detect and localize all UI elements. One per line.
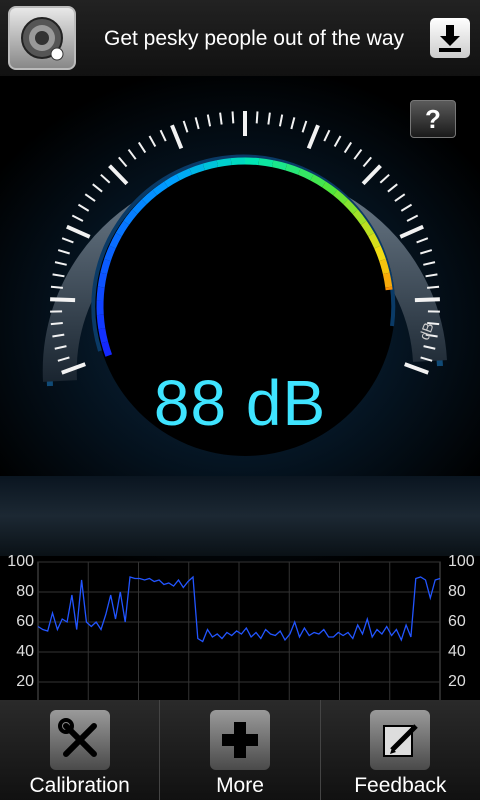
gauge-tick (54, 261, 67, 266)
y-tick-label: 80 (16, 583, 34, 600)
gauge-tick (92, 183, 103, 193)
gauge-tick (427, 285, 440, 289)
gauge-tick (137, 141, 147, 154)
gauge-tick (400, 203, 413, 212)
gauge-tick (306, 124, 320, 150)
y-tick-label: 100 (7, 553, 34, 570)
gauge-tick (394, 193, 406, 202)
y-tick-label: 100 (448, 553, 475, 570)
wrench-screwdriver-icon (49, 710, 110, 770)
gauge-tick (50, 297, 76, 303)
gauge-tick (57, 249, 70, 255)
y-tick-label: 80 (448, 583, 466, 600)
y-tick-label: 40 (448, 643, 466, 660)
gauge-tick (77, 203, 90, 212)
gauge-tick (170, 124, 184, 150)
gauge-tick (66, 224, 91, 239)
gauge-tick (231, 111, 235, 124)
gauge-tick (323, 129, 331, 142)
gauge-level-segment (230, 157, 246, 166)
pencil-note-icon (370, 710, 431, 770)
gauge-tick (278, 114, 284, 127)
gauge-level-segment (285, 163, 301, 175)
gauge-tick (361, 164, 382, 186)
gauge-tick (416, 237, 429, 244)
gauge-tick (406, 214, 419, 222)
gauge-tick (414, 297, 440, 303)
gauge-tick (425, 273, 438, 278)
gauge-tick (148, 135, 157, 147)
gauge-tick (290, 117, 296, 130)
gauge-level-segment (97, 272, 108, 288)
y-tick-label: 40 (16, 643, 34, 660)
gauge-level-segment (96, 286, 105, 302)
gauge-tick (387, 183, 398, 193)
gauge-tick (206, 114, 212, 127)
gauge-tick (362, 156, 372, 168)
help-button[interactable]: ? (410, 100, 456, 138)
y-tick-label: 20 (448, 673, 466, 690)
gauge-tick (267, 112, 271, 125)
gauge-level-segment (101, 341, 113, 357)
ad-text[interactable]: Get pesky people out of the way (104, 27, 404, 51)
gauge-tick (84, 193, 96, 202)
gauge-level-segment (258, 158, 274, 168)
gauge-level-segment (382, 272, 393, 288)
gauge-level-segment (189, 163, 205, 175)
gauge-tick (194, 117, 200, 130)
gauge-level-segment (96, 314, 106, 330)
gauge-tick (127, 148, 137, 160)
feedback-button[interactable]: Feedback (321, 700, 480, 800)
db-reading: 88 dB (153, 367, 327, 439)
gauge-level-segment (271, 160, 288, 171)
gauge-tick (423, 261, 436, 266)
history-plot (37, 561, 441, 713)
gauge-tick (108, 164, 129, 186)
y-tick-label: 20 (16, 673, 34, 690)
gauge-tick (219, 112, 223, 125)
gauge-tick (118, 156, 128, 168)
download-icon[interactable] (430, 18, 470, 58)
gauge-tick (301, 120, 308, 133)
gauge-tick (379, 173, 390, 184)
gauge-tick (50, 285, 63, 289)
bottom-toolbar: Calibration More Feedback (0, 700, 480, 800)
more-button[interactable]: More (160, 700, 321, 800)
history-graph: 100806040200 100806040200 (0, 552, 480, 720)
y-tick-label: 60 (448, 613, 466, 630)
gauge-level-segment (202, 160, 219, 171)
gauge-level-segment (379, 258, 390, 275)
y-tick-label: 60 (16, 613, 34, 630)
gauge-level-segment (98, 328, 109, 344)
gauge-tick (50, 322, 63, 326)
more-label: More (216, 774, 264, 797)
gauge-tick (333, 135, 342, 147)
gauge-tick (343, 141, 353, 154)
gauge-level-segment (216, 158, 232, 168)
feedback-label: Feedback (354, 774, 447, 797)
speaker-app-icon[interactable] (8, 6, 76, 70)
gauge-tick (71, 214, 84, 222)
calibration-label: Calibration (29, 774, 130, 797)
gauge-level-segment (100, 258, 111, 275)
plus-icon (209, 710, 270, 770)
gauge-level-segment (374, 245, 386, 262)
ad-banner[interactable]: Get pesky people out of the way (0, 0, 480, 76)
gauge-tick (399, 224, 424, 239)
gauge-tick (353, 148, 363, 160)
calibration-button[interactable]: Calibration (0, 700, 161, 800)
gauge-tick (420, 249, 433, 255)
gauge-tick (52, 273, 65, 278)
gauge-tick (61, 237, 74, 244)
gauge-level-segment (244, 157, 260, 166)
gauge-tick (255, 111, 259, 124)
gauge-tick (159, 129, 167, 142)
gauge-tick (182, 120, 189, 133)
gauge-level-segment (104, 245, 116, 262)
gauge-tick (100, 173, 111, 184)
